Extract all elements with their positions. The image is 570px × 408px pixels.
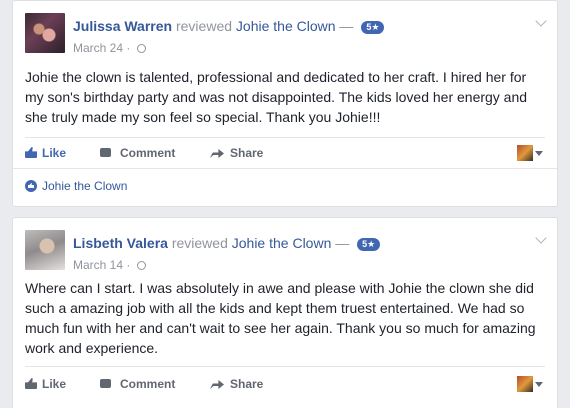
meta-separator: · xyxy=(126,41,131,55)
meta-separator: · xyxy=(126,258,131,272)
share-icon xyxy=(210,149,224,158)
comment-button[interactable]: Comment xyxy=(100,369,175,399)
review-title-line: Lisbeth Valera reviewed Johie the Clown … xyxy=(73,235,381,251)
avatar[interactable] xyxy=(25,13,65,53)
share-label: Share xyxy=(230,377,264,391)
divider xyxy=(25,366,545,367)
chevron-down-icon[interactable] xyxy=(535,232,547,244)
caret-down-icon xyxy=(535,382,543,387)
share-button[interactable]: Share xyxy=(210,369,263,399)
mini-avatar xyxy=(517,145,533,161)
globe-icon xyxy=(136,44,146,53)
like-button[interactable]: Like xyxy=(25,138,66,168)
share-label: Share xyxy=(230,146,264,160)
review-text: Where can I start. I was absolutely in a… xyxy=(25,280,536,356)
liked-by-name[interactable]: Johie the Clown xyxy=(42,179,127,193)
comment-label: Comment xyxy=(120,146,176,160)
rating-badge: 5★ xyxy=(357,238,381,251)
review-card: Lisbeth Valera reviewed Johie the Clown … xyxy=(12,217,558,408)
review-date[interactable]: March 14 xyxy=(73,258,123,272)
review-date[interactable]: March 24 xyxy=(73,41,123,55)
separator-dash: — xyxy=(335,235,350,251)
author-name[interactable]: Lisbeth Valera xyxy=(73,235,168,251)
like-icon xyxy=(25,378,37,389)
comment-label: Comment xyxy=(120,377,176,391)
action-bar: Like Comment Share xyxy=(25,138,545,168)
review-meta: March 14 · xyxy=(73,258,146,272)
globe-icon xyxy=(136,261,146,270)
page-name-link[interactable]: Johie the Clown xyxy=(236,18,336,34)
page-name-link[interactable]: Johie the Clown xyxy=(232,235,332,251)
comment-icon xyxy=(100,379,111,388)
review-meta: March 24 · xyxy=(73,41,146,55)
review-text: Johie the clown is talented, professiona… xyxy=(25,69,528,125)
review-card: Julissa Warren reviewed Johie the Clown … xyxy=(12,0,558,207)
mini-avatar xyxy=(517,376,533,392)
comment-icon xyxy=(100,148,111,157)
like-reaction-icon xyxy=(25,180,37,192)
author-name[interactable]: Julissa Warren xyxy=(73,18,172,34)
like-icon xyxy=(25,147,37,158)
liked-by-row: Johie the Clown xyxy=(25,179,127,193)
divider xyxy=(13,168,557,169)
reaction-picker[interactable] xyxy=(517,145,545,161)
action-bar: Like Comment Share xyxy=(25,369,545,399)
review-title-line: Julissa Warren reviewed Johie the Clown … xyxy=(73,18,385,34)
caret-down-icon xyxy=(535,151,543,156)
review-verb: reviewed xyxy=(171,235,228,251)
share-button[interactable]: Share xyxy=(210,138,263,168)
chevron-down-icon[interactable] xyxy=(535,15,547,27)
review-header: Julissa Warren reviewed Johie the Clown … xyxy=(13,1,557,57)
like-label: Like xyxy=(42,377,67,391)
rating-badge: 5★ xyxy=(361,21,385,34)
like-button[interactable]: Like xyxy=(25,369,66,399)
review-header: Lisbeth Valera reviewed Johie the Clown … xyxy=(13,218,557,274)
share-icon xyxy=(210,380,224,389)
separator-dash: — xyxy=(339,18,354,34)
like-label: Like xyxy=(42,146,67,160)
reaction-picker[interactable] xyxy=(517,376,545,392)
avatar[interactable] xyxy=(25,230,65,270)
review-verb: reviewed xyxy=(175,18,233,34)
comment-button[interactable]: Comment xyxy=(100,138,175,168)
